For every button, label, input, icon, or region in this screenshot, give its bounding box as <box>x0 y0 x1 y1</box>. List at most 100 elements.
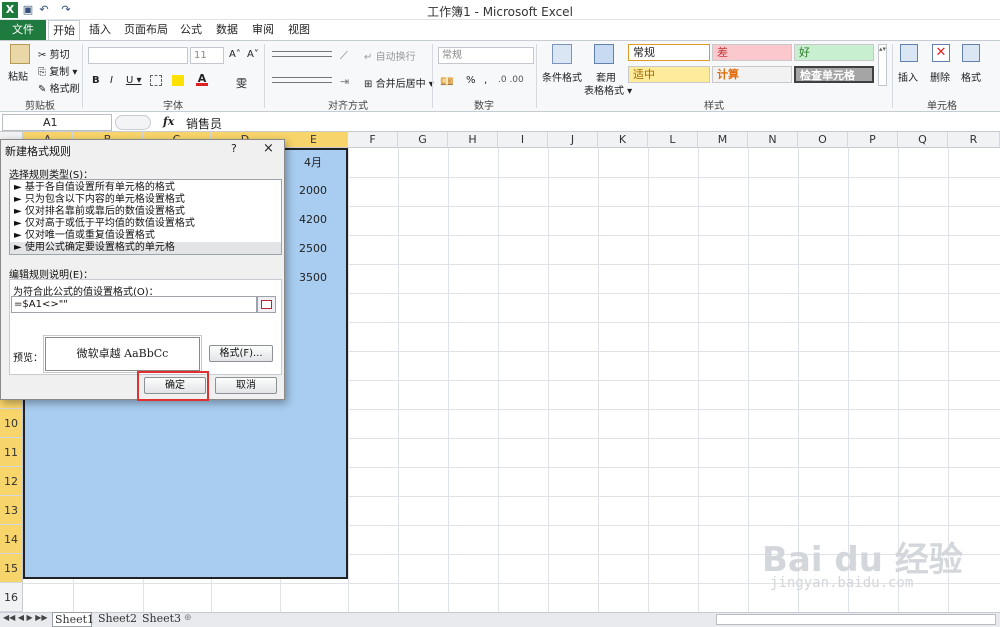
tab-page-layout[interactable]: 页面布局 <box>122 20 170 40</box>
rule-item-selected[interactable]: ► 使用公式确定要设置格式的单元格 <box>10 242 281 254</box>
range-select-icon[interactable] <box>257 296 276 313</box>
rule-item[interactable]: ► 仅对唯一值或重复值设置格式 <box>10 230 281 242</box>
formula-input[interactable]: =$A1<>"" <box>11 296 257 313</box>
sheet-tab-3[interactable]: Sheet3 <box>140 612 181 627</box>
column-header[interactable]: G <box>398 132 448 148</box>
font-name-select[interactable] <box>88 47 188 64</box>
indent-icon[interactable]: ⇥ <box>340 75 349 88</box>
rule-item[interactable]: ► 仅对排名靠前或靠后的数值设置格式 <box>10 206 281 218</box>
style-neutral[interactable]: 适中 <box>628 66 710 83</box>
row-header[interactable]: 13 <box>0 496 23 525</box>
new-sheet-icon[interactable]: ⊕ <box>184 613 192 623</box>
tab-view[interactable]: 视图 <box>284 20 314 40</box>
format-cells-icon[interactable] <box>962 44 980 62</box>
style-calculation[interactable]: 计算 <box>712 66 792 83</box>
column-header[interactable]: M <box>698 132 748 148</box>
tab-home[interactable]: 开始 <box>48 20 80 40</box>
sheet-tab-2[interactable]: Sheet2 <box>96 612 137 627</box>
copy-button[interactable]: ⎘ 复制 ▾ <box>38 63 77 78</box>
format-cells-button[interactable]: 格式 <box>961 69 981 84</box>
insert-cells-icon[interactable] <box>900 44 918 62</box>
fill-color-icon[interactable] <box>172 75 184 86</box>
cell-e1[interactable]: 4月 <box>280 154 346 170</box>
style-check-cell[interactable]: 检查单元格 <box>794 66 874 83</box>
vertical-align-icons[interactable] <box>272 51 332 57</box>
row-header[interactable]: 14 <box>0 525 23 554</box>
conditional-format-button[interactable]: 条件格式 <box>542 69 582 84</box>
rule-item[interactable]: ► 基于各自值设置所有单元格的格式 <box>10 182 281 194</box>
sheet-tab-1[interactable]: Sheet1 <box>52 612 94 627</box>
wrap-text-button[interactable]: ↵ 自动换行 <box>364 48 416 63</box>
style-normal[interactable]: 常规 <box>628 44 710 61</box>
underline-button[interactable]: U ▾ <box>126 75 142 86</box>
column-header[interactable]: O <box>798 132 848 148</box>
column-header[interactable]: H <box>448 132 498 148</box>
grow-font-button[interactable]: A˄ <box>229 49 241 60</box>
font-size-select[interactable]: 11 <box>190 47 224 64</box>
insert-cells-button[interactable]: 插入 <box>898 69 918 84</box>
column-header[interactable]: N <box>748 132 798 148</box>
tab-data[interactable]: 数据 <box>212 20 242 40</box>
horizontal-align-icons[interactable] <box>272 77 332 83</box>
column-header[interactable]: L <box>648 132 698 148</box>
tab-file[interactable]: 文件 <box>0 20 46 40</box>
conditional-format-icon[interactable] <box>552 44 572 64</box>
decimal-icons[interactable]: .0 .00 <box>498 75 524 85</box>
cell-e2[interactable]: 2000 <box>280 184 346 197</box>
cut-button[interactable]: ✂ 剪切 <box>38 46 70 61</box>
column-header[interactable]: F <box>348 132 398 148</box>
column-header[interactable]: E <box>280 132 348 148</box>
tab-formulas[interactable]: 公式 <box>176 20 206 40</box>
close-icon[interactable]: × <box>263 141 274 156</box>
rule-item[interactable]: ► 仅对高于或低于平均值的数值设置格式 <box>10 218 281 230</box>
horizontal-scrollbar[interactable] <box>716 614 996 625</box>
fx-icon[interactable]: fx <box>163 115 174 128</box>
currency-icon[interactable]: 💴 <box>440 75 454 88</box>
font-color-icon[interactable]: A <box>196 73 208 86</box>
delete-cells-button[interactable]: 删除 <box>930 69 950 84</box>
row-header[interactable]: 10 <box>0 409 23 438</box>
style-bad[interactable]: 差 <box>712 44 792 61</box>
paste-icon[interactable] <box>10 44 30 64</box>
cell-e3[interactable]: 4200 <box>280 213 346 226</box>
border-icon[interactable] <box>150 75 162 86</box>
format-painter-button[interactable]: ✎ 格式刷 <box>38 80 80 95</box>
paste-button[interactable]: 粘贴 <box>8 68 28 83</box>
column-header[interactable]: K <box>598 132 648 148</box>
row-header[interactable]: 15 <box>0 554 23 583</box>
column-header[interactable]: Q <box>898 132 948 148</box>
column-header[interactable]: R <box>948 132 1000 148</box>
row-header[interactable]: 16 <box>0 583 23 612</box>
column-header[interactable]: P <box>848 132 898 148</box>
table-format-button-line2[interactable]: 表格格式 ▾ <box>584 82 632 97</box>
number-format-select[interactable]: 常规 <box>438 47 534 64</box>
row-header[interactable]: 11 <box>0 438 23 467</box>
rule-item[interactable]: ► 只为包含以下内容的单元格设置格式 <box>10 194 281 206</box>
help-icon[interactable]: ? <box>231 142 237 155</box>
name-box[interactable]: A1 <box>2 114 112 131</box>
percent-button[interactable]: % <box>466 75 476 86</box>
column-header[interactable]: I <box>498 132 548 148</box>
phonetic-icon[interactable]: 雯 <box>236 75 247 91</box>
tab-insert[interactable]: 插入 <box>84 20 116 40</box>
italic-button[interactable]: I <box>110 75 113 86</box>
table-format-icon[interactable] <box>594 44 614 64</box>
gallery-scroll-icon[interactable]: ▴▾ <box>878 44 887 86</box>
delete-cells-icon[interactable]: ✕ <box>932 44 950 62</box>
tab-review[interactable]: 审阅 <box>248 20 278 40</box>
cell-e5[interactable]: 3500 <box>280 271 346 284</box>
sheet-nav-icons[interactable]: ◀◀ ◀ ▶ ▶▶ <box>3 613 48 622</box>
bold-button[interactable]: B <box>92 75 100 86</box>
formula-expand-icon[interactable] <box>115 115 151 130</box>
cancel-button[interactable]: 取消 <box>215 377 277 394</box>
shrink-font-button[interactable]: A˅ <box>247 49 259 60</box>
row-header[interactable]: 12 <box>0 467 23 496</box>
column-header[interactable]: J <box>548 132 598 148</box>
formula-content[interactable]: 销售员 <box>186 115 222 132</box>
format-button[interactable]: 格式(F)... <box>209 345 273 362</box>
cell-e4[interactable]: 2500 <box>280 242 346 255</box>
merge-center-button[interactable]: ⊞ 合并后居中 ▾ <box>364 75 434 90</box>
comma-button[interactable]: , <box>484 75 487 86</box>
style-good[interactable]: 好 <box>794 44 874 61</box>
orientation-icon[interactable]: ⟋ <box>340 49 348 63</box>
